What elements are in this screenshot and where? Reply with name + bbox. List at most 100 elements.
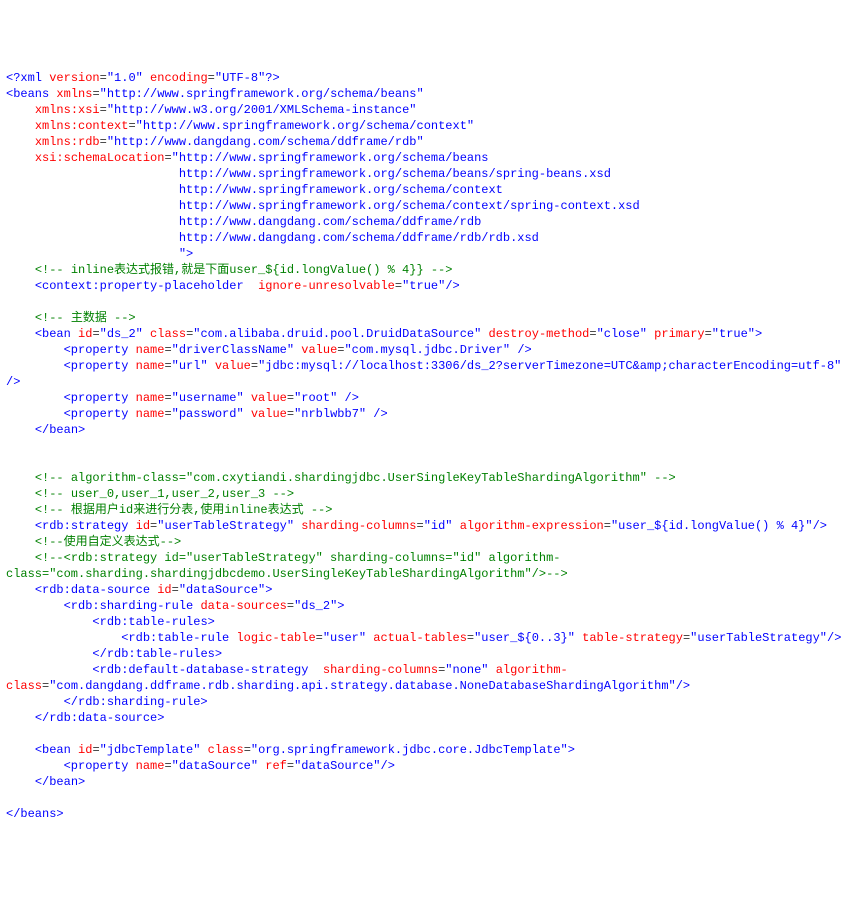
beans-close: </beans>: [6, 807, 64, 821]
encoding-val: "UTF-8": [215, 71, 265, 85]
bean-close: </bean>: [35, 775, 85, 789]
ds2-val: "ds_2": [100, 327, 143, 341]
eq: =: [604, 519, 611, 533]
end-tag: />: [337, 391, 359, 405]
beans-tag: <beans: [6, 87, 56, 101]
none-class-val: "com.dangdang.ddframe.rdb.sharding.api.s…: [49, 679, 676, 693]
pwd-val: "nrblwbb7": [294, 407, 366, 421]
id-attr: id: [136, 519, 150, 533]
eq: =: [287, 391, 294, 405]
rdb-val: "http://www.dangdang.com/schema/ddframe/…: [107, 135, 424, 149]
close-val: "close": [597, 327, 647, 341]
driver-name-val: "driverClassName": [172, 343, 294, 357]
id-attr: id: [78, 743, 92, 757]
eq: =: [100, 135, 107, 149]
eq: =: [164, 343, 171, 357]
url-val: "jdbc:mysql://localhost:3306/ds_2?server…: [258, 359, 841, 373]
comment-strat2b: class="com.sharding.shardingjdbcdemo.Use…: [6, 567, 568, 581]
self-close: />: [381, 759, 395, 773]
ignore-attr: ignore-unresolvable: [258, 279, 395, 293]
user-name-val: "username": [172, 391, 244, 405]
lt-attr: logic-table: [236, 631, 315, 645]
root-val: "root": [294, 391, 337, 405]
id-attr: id: [78, 327, 92, 341]
ac-attr: algorithm-: [489, 663, 568, 677]
tag-close: >: [337, 599, 344, 613]
bean-close: </bean>: [35, 423, 85, 437]
at-val: "user_${0..3}": [474, 631, 575, 645]
eq: =: [172, 583, 179, 597]
eq: =: [287, 599, 294, 613]
property-tag: <property: [64, 759, 136, 773]
ds2-val: "ds_2": [294, 599, 337, 613]
xml-declaration: <?xml: [6, 71, 49, 85]
comment-strat2a: <!--<rdb:strategy id="userTableStrategy"…: [35, 551, 561, 565]
version-val: "1.0": [107, 71, 143, 85]
driver-val: "com.mysql.jdbc.Driver": [344, 343, 510, 357]
loc5: http://www.dangdang.com/schema/ddframe/r…: [179, 215, 481, 229]
id-attr: id: [157, 583, 171, 597]
self-close: />: [445, 279, 459, 293]
pi-close: ?>: [265, 71, 279, 85]
sharding-rule-tag: <rdb:sharding-rule: [64, 599, 201, 613]
eq: =: [92, 327, 99, 341]
data-source-close: </rdb:data-source>: [35, 711, 165, 725]
destroy-attr: destroy-method: [481, 327, 589, 341]
eq: =: [287, 407, 294, 421]
name-attr: name: [136, 759, 165, 773]
eq: =: [251, 359, 258, 373]
eq: =: [164, 391, 171, 405]
context-attr: xmlns:context: [35, 119, 129, 133]
self-close: />: [676, 679, 690, 693]
schema-loc-attr: xsi:schemaLocation: [35, 151, 165, 165]
bean-tag: <bean: [35, 743, 78, 757]
loc2: http://www.springframework.org/schema/be…: [179, 167, 611, 181]
primary-attr: primary: [647, 327, 705, 341]
none-val: "none": [445, 663, 488, 677]
name-attr: name: [136, 343, 165, 357]
encoding-attr: encoding: [143, 71, 208, 85]
at-attr: actual-tables: [366, 631, 467, 645]
eq: =: [164, 151, 171, 165]
eq: =: [92, 743, 99, 757]
url-name-val: "url": [172, 359, 208, 373]
loc1: "http://www.springframework.org/schema/b…: [172, 151, 489, 165]
tag-close: >: [568, 743, 575, 757]
true-val: "true": [712, 327, 755, 341]
end-tag: />: [510, 343, 532, 357]
value-attr: value: [244, 407, 287, 421]
ds-name-val: "dataSource": [172, 759, 258, 773]
table-rule-tag: <rdb:table-rule: [121, 631, 236, 645]
user-val: "user": [323, 631, 366, 645]
property-tag: <property: [64, 359, 136, 373]
jt-id-val: "jdbcTemplate": [100, 743, 201, 757]
jt-class-val: "org.springframework.jdbc.core.JdbcTempl…: [251, 743, 568, 757]
loc-close: ">: [179, 247, 193, 261]
xmlns-val: "http://www.springframework.org/schema/b…: [100, 87, 424, 101]
eq: =: [92, 87, 99, 101]
eq: =: [589, 327, 596, 341]
comment-users: <!-- user_0,user_1,user_2,user_3 -->: [35, 487, 294, 501]
xml-code-block: <?xml version = "1.0" encoding = "UTF-8"?> <…: [6, 70, 841, 822]
loc6: http://www.dangdang.com/schema/ddframe/r…: [179, 231, 539, 245]
property-tag: <property: [64, 391, 136, 405]
self-close: />: [827, 631, 841, 645]
id-col-val: "id": [424, 519, 453, 533]
eq: =: [395, 279, 402, 293]
ds-id-val: "dataSource": [179, 583, 265, 597]
sc-attr: sharding-columns: [294, 519, 416, 533]
loc3: http://www.springframework.org/schema/co…: [179, 183, 503, 197]
comment-custom: <!--使用自定义表达式-->: [35, 535, 181, 549]
version-attr: version: [49, 71, 99, 85]
eq: =: [100, 103, 107, 117]
true-val: "true": [402, 279, 445, 293]
table-rules-close: </rdb:table-rules>: [92, 647, 222, 661]
context-ph-tag: <context:property-placeholder: [35, 279, 258, 293]
dsrc-attr: data-sources: [200, 599, 286, 613]
default-db-strategy-tag: <rdb:default-database-strategy: [92, 663, 315, 677]
comment-algo: <!-- algorithm-class="com.cxytiandi.shar…: [35, 471, 676, 485]
eq: =: [287, 759, 294, 773]
ae-attr: algorithm-expression: [453, 519, 604, 533]
bean-tag: <bean: [35, 327, 78, 341]
sc-attr: sharding-columns: [316, 663, 438, 677]
